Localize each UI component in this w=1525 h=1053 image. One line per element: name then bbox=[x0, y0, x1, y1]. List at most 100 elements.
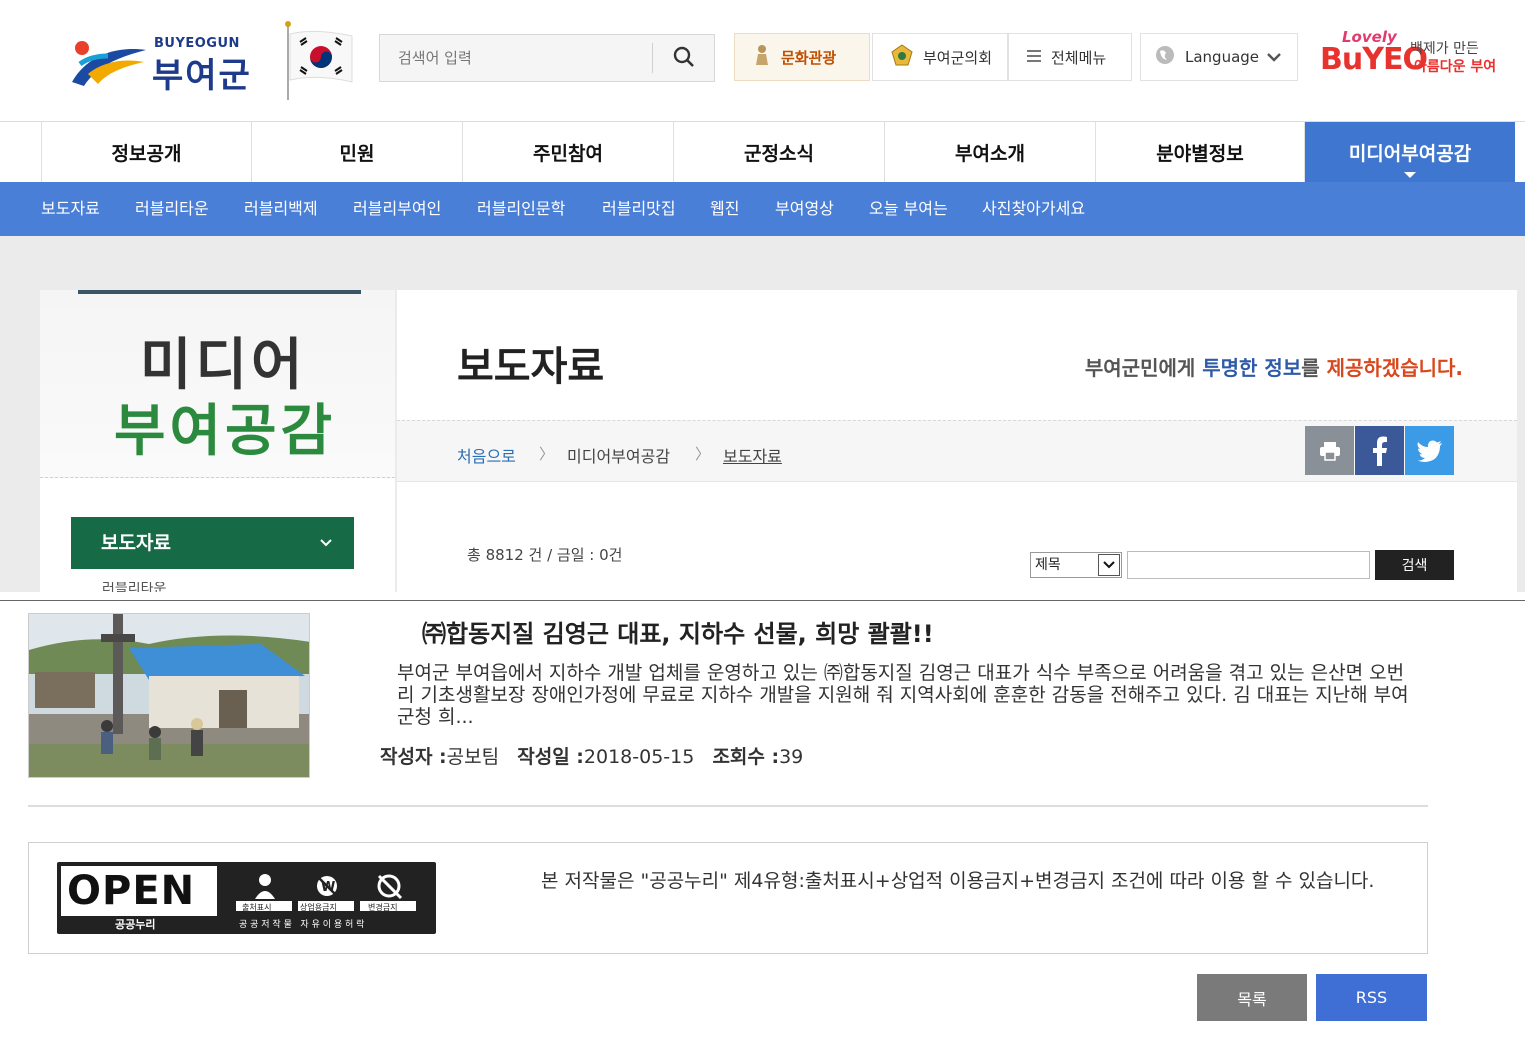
person-icon bbox=[236, 871, 294, 901]
slogan-part2: 투명한 정보 bbox=[1202, 356, 1302, 380]
total-count: 총 8812 건 / 금일 : 0건 bbox=[467, 546, 623, 564]
twitter-share-button[interactable] bbox=[1405, 426, 1454, 475]
search-icon bbox=[673, 46, 694, 67]
breadcrumb-home[interactable]: 처음으로 bbox=[457, 443, 516, 467]
search-input[interactable] bbox=[380, 35, 652, 81]
all-menu-label: 전체메뉴 bbox=[1051, 48, 1107, 67]
subnav-lovely-baekje[interactable]: 러블리백제 bbox=[244, 182, 318, 236]
subnav-lovely-humanities[interactable]: 러블리인문학 bbox=[477, 182, 565, 236]
author-value: 공보팀 bbox=[446, 746, 500, 768]
slogan-part3: 를 bbox=[1301, 356, 1327, 380]
side-title-area: 미디어 부여공감 bbox=[40, 290, 395, 478]
print-icon bbox=[1319, 441, 1340, 461]
screenshot-split-line bbox=[0, 600, 1525, 601]
author-label: 작성자 : bbox=[380, 746, 447, 768]
date-value: 2018-05-15 bbox=[583, 746, 695, 768]
kogl-caption: 공 공 저 작 물 자 유 이 용 허 락 bbox=[239, 920, 365, 930]
board-search-input[interactable] bbox=[1127, 551, 1370, 579]
noncommercial-badge: W 상업용금지 bbox=[297, 870, 356, 912]
page-title: 보도자료 bbox=[457, 344, 605, 390]
twitter-icon bbox=[1417, 440, 1442, 462]
gnb-info-disclosure[interactable]: 정보공개 bbox=[41, 122, 251, 182]
no-derivative-badge: 변경금지 bbox=[359, 870, 418, 912]
views-value: 39 bbox=[779, 746, 804, 768]
korean-flag-icon bbox=[285, 21, 353, 100]
slogan-line2: 아름다운 부여 bbox=[1414, 59, 1497, 75]
open-text: OPEN bbox=[67, 868, 196, 914]
subnav-lovely-town[interactable]: 러블리타운 bbox=[135, 182, 209, 236]
logo-korean: 부여군 bbox=[152, 56, 252, 96]
globe-icon bbox=[1155, 45, 1175, 69]
article-meta: 작성자 :공보팀 작성일 :2018-05-15 조회수 :39 bbox=[380, 742, 803, 769]
badge-label-attribution: 출처표시 bbox=[242, 903, 272, 912]
print-button[interactable] bbox=[1305, 426, 1354, 475]
sub-navigation: 보도자료 러블리타운 러블리백제 러블리부여인 러블리인문학 러블리맛집 웹진 … bbox=[0, 182, 1525, 236]
culture-statue-icon bbox=[753, 44, 771, 70]
search-button[interactable] bbox=[662, 39, 706, 77]
list-button[interactable]: 목록 bbox=[1197, 974, 1307, 1021]
council-link[interactable]: 부여군의회 bbox=[872, 33, 1008, 81]
subnav-press-release[interactable]: 보도자료 bbox=[41, 182, 100, 236]
article-photo bbox=[29, 614, 309, 777]
subnav-lovely-food[interactable]: 러블리맛집 bbox=[602, 182, 676, 236]
board-search-button[interactable]: 검색 bbox=[1375, 550, 1454, 580]
breadcrumb-separator-icon: 〉 bbox=[695, 445, 711, 463]
nuri-text: 공공누리 bbox=[115, 918, 156, 931]
lovely-buyeo-logo[interactable]: Lovely BuYEO 백제가 만든 아름다운 부여 bbox=[1318, 28, 1518, 88]
gnb-field-info[interactable]: 분야별정보 bbox=[1095, 122, 1305, 182]
gnb-civil-affairs[interactable]: 민원 bbox=[251, 122, 462, 182]
side-item-next-label: 러블리타운 bbox=[102, 582, 167, 592]
breadcrumb-current[interactable]: 보도자료 bbox=[723, 443, 782, 467]
article-thumbnail[interactable] bbox=[28, 613, 310, 778]
subnav-webzine[interactable]: 웹진 bbox=[710, 182, 739, 236]
page-slogan: 부여군민에게 투명한 정보를 제공하겠습니다. bbox=[1085, 352, 1463, 381]
subnav-buyeo-video[interactable]: 부여영상 bbox=[775, 182, 834, 236]
side-title-line2: 부여공감 bbox=[114, 399, 337, 464]
slogan-part1: 부여군민에게 bbox=[1084, 356, 1203, 380]
buyeo-logo-mark-icon bbox=[72, 41, 146, 86]
gnb-county-news[interactable]: 군정소식 bbox=[673, 122, 884, 182]
search-divider bbox=[652, 43, 653, 73]
rss-button[interactable]: RSS bbox=[1316, 974, 1427, 1021]
gnb-media-active[interactable]: 미디어부여공감 bbox=[1305, 122, 1515, 182]
side-navigation: 미디어 부여공감 보도자료 러블리타운 bbox=[40, 290, 395, 592]
gnb-participation[interactable]: 주민참여 bbox=[462, 122, 673, 182]
buyeo-logo[interactable]: BUYEOGUN 부여군 bbox=[68, 30, 278, 96]
views-label: 조회수 : bbox=[712, 746, 780, 768]
kogl-open-logo: OPEN 공공누리 출처표시 W 상업용금지 변경금지 공 공 저 작 물 자 … bbox=[57, 862, 436, 934]
article-divider bbox=[28, 805, 1428, 807]
badge-label-no-derivative: 변경금지 bbox=[368, 903, 398, 912]
license-box: OPEN 공공누리 출처표시 W 상업용금지 변경금지 공 공 저 작 물 자 … bbox=[28, 842, 1428, 954]
license-text: 본 저작물은 "공공누리" 제4유형:출처표시+상업적 이용금지+변경금지 조건… bbox=[541, 870, 1375, 892]
menu-icon bbox=[1027, 48, 1041, 66]
breadcrumb-media[interactable]: 미디어부여공감 bbox=[567, 443, 670, 467]
main-content: 보도자료 부여군민에게 투명한 정보를 제공하겠습니다. 처음으로 〉 미디어부… bbox=[397, 290, 1517, 592]
article-title[interactable]: ㈜합동지질 김영근 대표, 지하수 선물, 희망 콸콸!! bbox=[422, 614, 934, 649]
slogan-line1: 백제가 만든 bbox=[1410, 41, 1479, 57]
breadcrumb-separator-icon: 〉 bbox=[539, 445, 555, 463]
search-field-selected: 제목 bbox=[1035, 557, 1061, 573]
gnb-about-buyeo[interactable]: 부여소개 bbox=[884, 122, 1095, 182]
subnav-lovely-buyeo-people[interactable]: 러블리부여인 bbox=[353, 182, 441, 236]
subnav-find-photos[interactable]: 사진찾아가세요 bbox=[982, 182, 1085, 236]
side-item-label: 보도자료 bbox=[101, 532, 171, 554]
side-item-lovely-town[interactable]: 러블리타운 bbox=[102, 582, 222, 592]
facebook-share-button[interactable] bbox=[1355, 426, 1404, 475]
article-summary: 부여군 부여읍에서 지하수 개발 업체를 운영하고 있는 ㈜합동지질 김영근 대… bbox=[397, 662, 1409, 728]
side-item-press-release[interactable]: 보도자료 bbox=[71, 517, 354, 569]
language-label: Language bbox=[1185, 48, 1260, 66]
chevron-down-icon bbox=[1267, 48, 1281, 66]
badge-label-noncommercial: 상업용금지 bbox=[300, 903, 337, 912]
all-menu-link[interactable]: 전체메뉴 bbox=[1008, 33, 1132, 81]
slogan-part4: 제공하겠습니다. bbox=[1326, 356, 1463, 380]
culture-tour-link[interactable]: 문화관광 bbox=[734, 33, 870, 81]
council-label: 부여군의회 bbox=[923, 48, 993, 67]
main-navigation: 정보공개 민원 주민참여 군정소식 부여소개 분야별정보 미디어부여공감 bbox=[0, 121, 1525, 182]
date-label: 작성일 : bbox=[517, 746, 584, 768]
language-selector[interactable]: Language bbox=[1140, 33, 1298, 81]
side-top-bar bbox=[78, 290, 361, 294]
search-field-select[interactable]: 제목 bbox=[1030, 552, 1122, 578]
subnav-today-buyeo[interactable]: 오늘 부여는 bbox=[869, 182, 948, 236]
site-header: BUYEOGUN 부여군 문화관광 bbox=[0, 0, 1525, 121]
attribution-badge: 출처표시 bbox=[235, 870, 294, 912]
